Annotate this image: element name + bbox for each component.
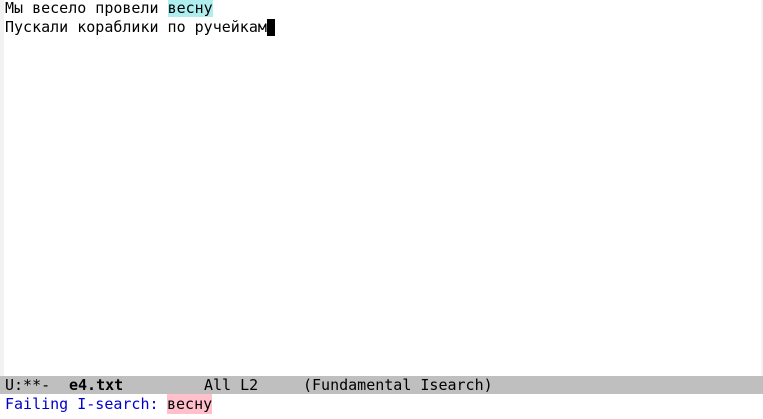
emacs-frame: Мы весело провели весну Пускали кораблик…: [0, 0, 763, 419]
mode-line[interactable]: U:**- e4.txt All L2 (Fundamental Isearch…: [0, 376, 763, 394]
text-cursor: [266, 19, 275, 36]
isearch-prompt: Failing I-search:: [5, 395, 168, 413]
line-text: Пускали кораблики по ручейкам: [5, 18, 267, 36]
major-minor-modes[interactable]: (Fundamental Isearch): [303, 376, 493, 394]
buffer-line-1: Мы весело провели весну: [5, 0, 761, 19]
minibuffer[interactable]: Failing I-search: весну: [0, 394, 763, 419]
buffer-status: U:**-: [5, 376, 51, 394]
buffer-position: All L2: [204, 376, 259, 394]
isearch-match-highlight: весну: [167, 0, 213, 17]
left-fringe: [0, 0, 4, 376]
buffer-line-2: Пускали кораблики по ручейкам: [5, 19, 761, 38]
line-text: Мы весело провели: [5, 0, 168, 17]
buffer-name[interactable]: e4.txt: [69, 376, 123, 394]
buffer-text-area[interactable]: Мы весело провели весну Пускали кораблик…: [5, 0, 761, 376]
isearch-input[interactable]: весну: [167, 394, 213, 414]
